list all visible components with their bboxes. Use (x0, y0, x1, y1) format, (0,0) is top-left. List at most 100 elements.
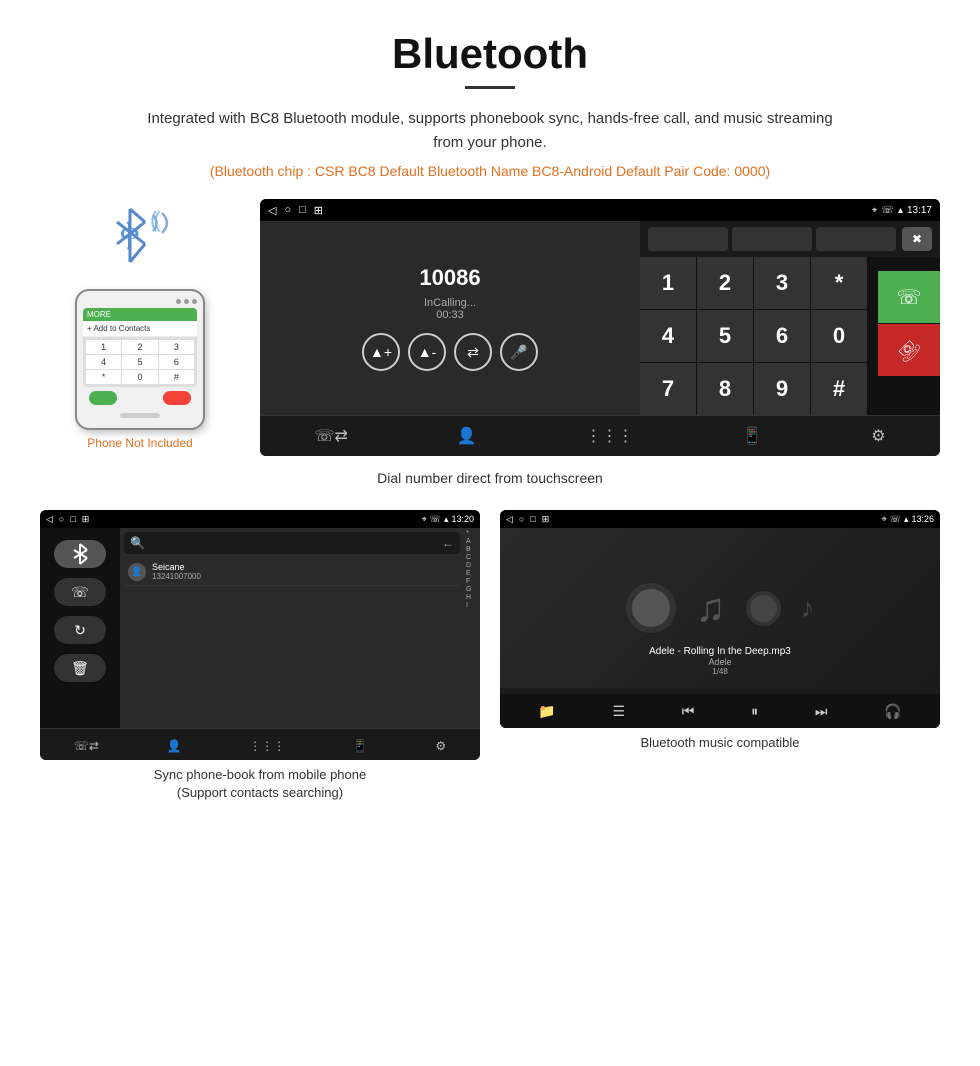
pb-alpha-c[interactable]: C (466, 554, 478, 561)
music-eq-icon[interactable]: 🎧 (884, 703, 901, 720)
pb-location-icon: ⌖ (422, 514, 427, 525)
music-apps-icon[interactable]: ⊞ (542, 514, 550, 525)
pb-call-btn[interactable]: ☏ (54, 578, 106, 606)
pb-contacts-icon[interactable]: 👤 (167, 739, 182, 750)
phone-top-bar (83, 299, 197, 304)
key-8[interactable]: 8 (697, 363, 753, 415)
keypad-box-1 (648, 227, 728, 251)
music-location-icon: ⌖ (882, 514, 887, 525)
pb-home-icon[interactable]: ○ (59, 514, 64, 525)
pb-alpha-f[interactable]: F (466, 578, 478, 585)
key-1[interactable]: 1 (640, 257, 696, 309)
phone-call-button[interactable] (89, 391, 117, 405)
pb-back-arrow-icon[interactable]: ← (442, 536, 454, 550)
key-4[interactable]: 4 (640, 310, 696, 362)
music-call-icon: ☏ (890, 514, 901, 525)
pb-search-icon: 🔍 (130, 536, 145, 550)
phone-key-8[interactable]: 0 (122, 370, 157, 384)
phone-keypad: 1 2 3 4 5 6 * 0 # (83, 337, 197, 387)
keypad-box-2 (732, 227, 812, 251)
clock: 13:17 (907, 205, 932, 216)
music-status-bar: ◁ ○ □ ⊞ ⌖ ☏ ▴ 13:26 (500, 510, 940, 528)
vol-up-button[interactable]: ▲+ (362, 333, 400, 371)
pb-clock: 13:20 (451, 514, 474, 525)
dial-main-area: 10086 InCalling... 00:33 ▲+ ▲- ⇄ 🎤 (260, 221, 940, 415)
phone-key-2[interactable]: 2 (122, 340, 157, 354)
recents-icon[interactable]: □ (299, 204, 306, 217)
contacts-tab-icon[interactable]: 👤 (457, 426, 477, 446)
pb-alpha-a[interactable]: A (466, 538, 478, 545)
key-6[interactable]: 6 (754, 310, 810, 362)
pb-alpha-g[interactable]: G (466, 586, 478, 593)
music-play-pause-icon[interactable]: ⏸ (751, 703, 758, 720)
dial-android-screen: ◁ ○ □ ⊞ ⌖ ☏ ▴ 13:17 10086 InCalling... (260, 199, 940, 456)
pb-delete-btn[interactable]: 🗑 (54, 654, 106, 682)
backspace-button[interactable]: ✖ (902, 227, 932, 251)
music-layout: ♫ ♪ Adele - Rolling In the Deep.mp3 Adel… (500, 528, 940, 728)
pb-calls-icon[interactable]: ☏⇄ (74, 739, 99, 750)
pb-search-input[interactable] (149, 536, 438, 550)
phone-key-6[interactable]: 6 (159, 355, 194, 369)
back-icon[interactable]: ◁ (268, 204, 276, 217)
music-prev-icon[interactable]: ⏮ (682, 703, 695, 720)
dial-status-bar: ◁ ○ □ ⊞ ⌖ ☏ ▴ 13:17 (260, 199, 940, 221)
music-next-icon[interactable]: ⏭ (815, 703, 828, 720)
pb-contact-item[interactable]: 👤 Seicane 13241007000 (124, 558, 460, 586)
dialpad-tab-icon[interactable]: ⋮⋮⋮ (586, 426, 634, 446)
pb-alpha-d[interactable]: D (466, 562, 478, 569)
pb-bluetooth-btn[interactable] (54, 540, 106, 568)
music-folder-icon[interactable]: 📁 (538, 703, 555, 720)
contact-phone: 13241007000 (152, 572, 201, 581)
mute-button[interactable]: 🎤 (500, 333, 538, 371)
settings-tab-icon[interactable]: ⚙ (871, 426, 885, 446)
key-2[interactable]: 2 (697, 257, 753, 309)
key-star[interactable]: * (811, 257, 867, 309)
phone-key-5[interactable]: 5 (122, 355, 157, 369)
accept-call-button[interactable]: ☏ (878, 271, 940, 323)
pb-apps-icon[interactable]: ⊞ (82, 514, 90, 525)
key-hash[interactable]: # (811, 363, 867, 415)
phone-key-1[interactable]: 1 (86, 340, 121, 354)
dial-info-panel: 10086 InCalling... 00:33 ▲+ ▲- ⇄ 🎤 (260, 221, 640, 415)
music-playlist-icon[interactable]: ☰ (613, 703, 626, 720)
phonebook-layout: ☏ ↻ 🗑 🔍 (40, 528, 480, 728)
pb-messages-icon[interactable]: 📱 (353, 739, 368, 750)
calls-tab-icon[interactable]: ☏⇄ (314, 426, 347, 446)
pb-alpha-b[interactable]: B (466, 546, 478, 553)
pb-alpha-star[interactable]: * (466, 530, 478, 537)
switch-button[interactable]: ⇄ (454, 333, 492, 371)
phone-key-7[interactable]: * (86, 370, 121, 384)
key-7[interactable]: 7 (640, 363, 696, 415)
music-home-icon[interactable]: ○ (519, 514, 524, 525)
end-call-button[interactable]: ☏ (878, 324, 940, 376)
home-icon[interactable]: ○ (284, 204, 291, 217)
key-9[interactable]: 9 (754, 363, 810, 415)
key-3[interactable]: 3 (754, 257, 810, 309)
music-clock: 13:26 (911, 514, 934, 525)
pb-recents-icon[interactable]: □ (70, 514, 75, 525)
pb-sync-btn[interactable]: ↻ (54, 616, 106, 644)
call-action-buttons: ☏ ☏ (878, 271, 940, 376)
pb-dialpad-icon[interactable]: ⋮⋮⋮ (249, 739, 285, 750)
music-recents-icon[interactable]: □ (530, 514, 535, 525)
phone-end-button[interactable] (163, 391, 191, 405)
phone-key-3[interactable]: 3 (159, 340, 194, 354)
phonebook-screen-wrap: ◁ ○ □ ⊞ ⌖ ☏ ▴ 13:20 (40, 510, 480, 802)
phone-key-4[interactable]: 4 (86, 355, 121, 369)
phone-dot-2 (184, 299, 189, 304)
apps-icon[interactable]: ⊞ (314, 204, 323, 217)
dial-number: 10086 (419, 265, 480, 291)
phonebook-android-screen: ◁ ○ □ ⊞ ⌖ ☏ ▴ 13:20 (40, 510, 480, 760)
messages-tab-icon[interactable]: 📱 (742, 426, 762, 446)
phone-key-9[interactable]: # (159, 370, 194, 384)
pb-alpha-e[interactable]: E (466, 570, 478, 577)
key-5[interactable]: 5 (697, 310, 753, 362)
vol-down-button[interactable]: ▲- (408, 333, 446, 371)
key-0[interactable]: 0 (811, 310, 867, 362)
music-back-icon[interactable]: ◁ (506, 514, 513, 525)
pb-back-icon[interactable]: ◁ (46, 514, 53, 525)
pb-settings-icon[interactable]: ⚙ (435, 739, 446, 750)
pb-alpha-i[interactable]: I (466, 602, 478, 609)
pb-alpha-h[interactable]: H (466, 594, 478, 601)
phone-bottom-buttons (83, 387, 197, 409)
